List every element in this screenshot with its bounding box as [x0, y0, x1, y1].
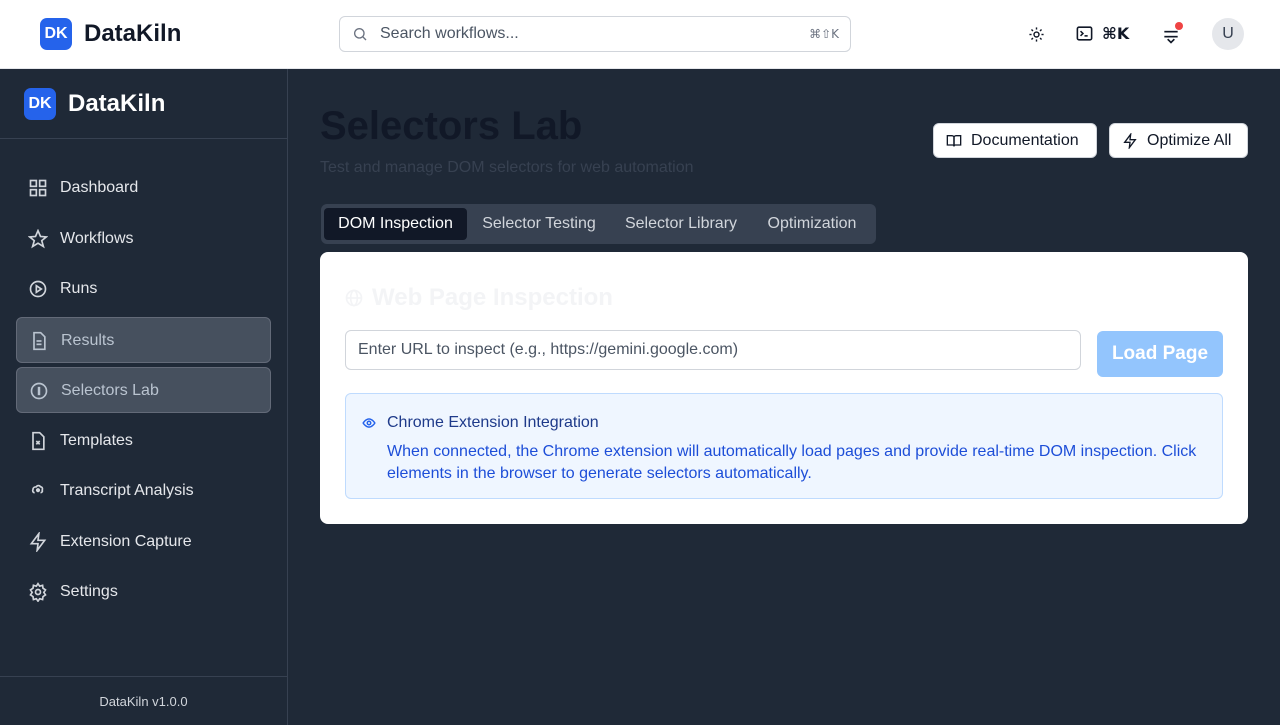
search-input[interactable] — [380, 17, 780, 51]
sidebar-item-dashboard[interactable]: Dashboard — [16, 165, 271, 211]
sidebar-item-results[interactable]: Results — [16, 316, 271, 363]
top-bar: DK DataKiln ⌘⇧K ⌘K U — [0, 0, 1280, 69]
eye-icon — [362, 418, 376, 428]
zap-icon — [1123, 132, 1137, 149]
tab-selector-library[interactable]: Selector Library — [613, 208, 749, 240]
command-shortcut: ⌘K — [1102, 24, 1130, 43]
card-title-text: Web Page Inspection — [372, 284, 613, 311]
url-input[interactable] — [345, 330, 1081, 370]
sidebar-nav: Dashboard Workflows Runs Results Selecto… — [16, 165, 271, 620]
app-version: DataKiln v1.0.0 — [0, 676, 287, 725]
page-subtitle: Test and manage DOM selectors for web au… — [320, 159, 694, 176]
file-x-icon — [32, 431, 45, 450]
documentation-label: Documentation — [971, 131, 1079, 149]
zap-icon — [29, 531, 47, 552]
sidebar-item-label: Extension Capture — [60, 532, 192, 550]
tab-bar: DOM Inspection Selector Testing Selector… — [321, 204, 876, 244]
documentation-button[interactable]: Documentation — [933, 123, 1097, 158]
app-name: DataKiln — [68, 90, 166, 117]
sidebar-item-label: Dashboard — [60, 179, 139, 196]
brain-icon — [31, 484, 44, 494]
notifications-button[interactable] — [1161, 22, 1183, 46]
search-shortcut: ⌘⇧K — [809, 27, 839, 41]
star-icon — [28, 228, 48, 248]
book-open-icon — [946, 134, 962, 146]
inspection-card: Web Page Inspection Load Page Chrome Ext… — [320, 252, 1248, 524]
sidebar-item-workflows[interactable]: Workflows — [16, 216, 271, 262]
notification-badge — [1175, 22, 1183, 30]
tab-optimization[interactable]: Optimization — [757, 208, 867, 240]
sidebar-item-label: Transcript Analysis — [60, 482, 194, 499]
optimize-all-label: Optimize All — [1147, 131, 1232, 149]
info-title: Chrome Extension Integration — [387, 414, 599, 431]
gear-icon — [29, 582, 47, 602]
header-logo[interactable]: DK DataKiln — [40, 18, 181, 50]
play-circle-icon — [29, 280, 47, 298]
sidebar-item-label: Templates — [60, 431, 133, 449]
sidebar-item-label: Selectors Lab — [61, 382, 159, 399]
logo-badge: DK — [24, 88, 56, 120]
sidebar-header: DK DataKiln — [0, 69, 287, 139]
file-text-icon — [33, 331, 46, 350]
sidebar-item-label: Runs — [60, 280, 98, 297]
dashboard-icon — [29, 179, 47, 197]
search-icon — [354, 28, 367, 41]
sidebar-item-settings[interactable]: Settings — [16, 569, 271, 615]
extension-info-box: Chrome Extension Integration When connec… — [345, 393, 1223, 499]
sidebar-item-templates[interactable]: Templates — [16, 418, 271, 464]
card-title: Web Page Inspection — [344, 284, 613, 312]
page-title: Selectors Lab — [320, 104, 583, 148]
command-palette-button[interactable]: ⌘K — [1075, 24, 1129, 43]
sidebar-item-selectors-lab[interactable]: Selectors Lab — [16, 367, 271, 413]
sidebar-logo[interactable]: DK DataKiln — [24, 88, 165, 120]
search-bar[interactable]: ⌘⇧K — [339, 16, 851, 52]
sun-icon[interactable] — [1028, 26, 1045, 43]
sidebar-item-transcript-analysis[interactable]: Transcript Analysis — [16, 468, 271, 514]
tab-dom-inspection[interactable]: DOM Inspection — [324, 208, 467, 240]
logo-badge: DK — [40, 18, 72, 50]
user-avatar[interactable]: U — [1212, 18, 1244, 50]
info-circle-icon — [30, 382, 48, 400]
load-page-button[interactable]: Load Page — [1097, 331, 1223, 377]
info-text: When connected, the Chrome extension wil… — [387, 443, 1197, 482]
sidebar-item-extension-capture[interactable]: Extension Capture — [16, 519, 271, 565]
globe-icon — [345, 289, 363, 307]
terminal-icon — [1076, 26, 1093, 41]
tab-selector-testing[interactable]: Selector Testing — [471, 208, 607, 240]
sidebar-item-label: Results — [61, 331, 115, 349]
optimize-all-button[interactable]: Optimize All — [1109, 123, 1248, 158]
sidebar-item-label: Settings — [60, 583, 118, 600]
app-name: DataKiln — [84, 20, 182, 47]
sidebar: DK DataKiln Dashboard Workflows Runs Res… — [0, 69, 288, 725]
sidebar-item-label: Workflows — [60, 229, 134, 247]
sidebar-item-runs[interactable]: Runs — [16, 266, 271, 312]
